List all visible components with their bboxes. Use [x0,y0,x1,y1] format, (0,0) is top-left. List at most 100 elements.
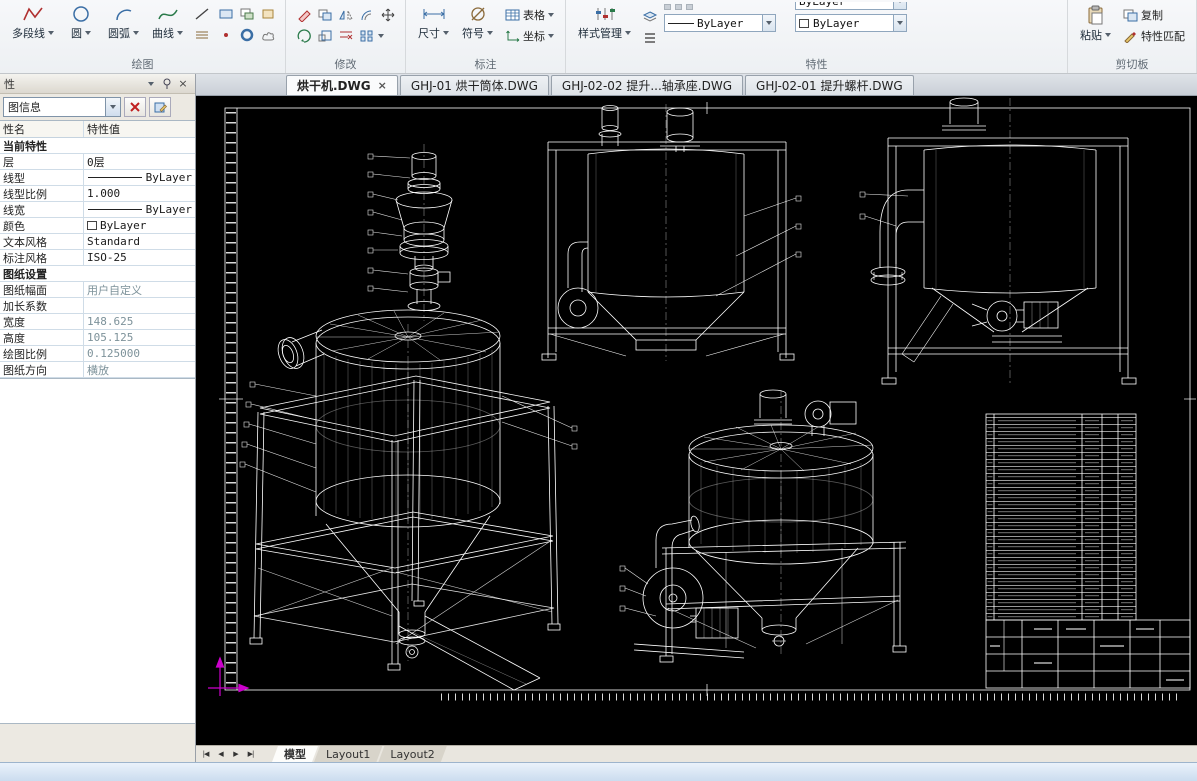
array-icon[interactable] [357,27,376,45]
polyline-button[interactable]: 多段线 [8,2,58,44]
arc-label: 圆弧 [108,25,130,41]
chevron-down-icon [897,21,903,25]
table-row[interactable]: 线型ByLayer [0,170,195,186]
tab-layout2[interactable]: Layout2 [378,746,446,762]
cropped-toolbar-icon [686,4,693,10]
table-row[interactable]: 线宽ByLayer [0,202,195,218]
combo-arrow[interactable] [893,15,906,31]
info-combo-value: 图信息 [8,99,41,115]
first-layout-button[interactable]: |◀ [198,747,213,762]
last-layout-button[interactable]: ▶| [243,747,258,762]
table-row[interactable]: 文本风格Standard [0,234,195,250]
cad-drawing [196,96,1197,745]
style-manager-button[interactable]: 样式管理 [574,2,635,44]
clipboard-group-label: 剪切板 [1068,56,1196,72]
panel-menu-button[interactable] [143,77,159,91]
linetype-combo[interactable]: ByLayer [664,14,776,32]
curve-button[interactable]: 曲线 [148,2,187,44]
edit-pencil-icon [154,101,167,113]
region-tool-icon[interactable] [237,5,256,23]
table-row[interactable]: 高度105.125 [0,330,195,346]
properties-panel: 性 × 图信息 性名 特性值 当前特性 层0层 线型ByLayer 线型比例1.… [0,74,196,762]
linetype-preview [88,177,142,178]
next-layout-button[interactable]: ▶ [228,747,243,762]
chevron-down-icon [766,21,772,25]
point-tool-icon[interactable] [216,26,235,44]
rotate-icon[interactable] [294,27,313,45]
table-row[interactable]: 绘图比例0.125000 [0,346,195,362]
file-tab[interactable]: GHJ-02-01 提升螺杆.DWG [745,75,914,95]
erase-icon[interactable] [294,6,313,24]
color-value: ByLayer [813,17,859,30]
chevron-down-icon [177,31,183,35]
donut-tool-icon[interactable] [237,26,256,44]
table-row[interactable]: 宽度148.625 [0,314,195,330]
style-manager-label: 样式管理 [578,25,622,41]
cancel-edit-button[interactable] [124,97,146,117]
edit-settings-button[interactable] [149,97,171,117]
combo-arrow[interactable] [762,15,775,31]
status-bar [0,762,1197,781]
circle-button[interactable]: 圆 [63,2,99,44]
model-canvas[interactable] [196,96,1197,745]
block-tool-icon[interactable] [258,5,277,23]
table-row[interactable]: 加长系数 [0,298,195,314]
offset-icon[interactable] [357,6,376,24]
annotate-group-label: 标注 [406,56,565,72]
linetype-value: ByLayer [697,17,743,30]
close-icon[interactable]: × [378,80,387,91]
chevron-down-icon[interactable] [378,34,384,38]
table-row: 当前特性 [0,138,195,154]
table-icon [505,9,520,21]
chevron-down-icon [148,82,154,86]
table-row[interactable]: 标注风格ISO-25 [0,250,195,266]
cloud-tool-icon[interactable] [258,26,277,44]
properties-group-label: 特性 [566,56,1067,72]
arc-button[interactable]: 圆弧 [104,2,143,44]
info-combo[interactable]: 图信息 [3,97,121,117]
table-row[interactable]: 线型比例1.000 [0,186,195,202]
tab-layout1[interactable]: Layout1 [314,746,382,762]
layers-icon[interactable] [640,8,659,26]
file-tab[interactable]: 烘干机.DWG × [286,75,398,95]
chevron-down-icon [133,31,139,35]
copy-button[interactable]: 复制 [1120,6,1188,24]
chevron-down-icon [48,31,54,35]
info-combo-row: 图信息 [0,94,195,120]
tab-model[interactable]: 模型 [272,746,318,762]
list-icon[interactable] [640,29,659,47]
lineweight-combo-cropped[interactable]: ByLayer [795,2,907,11]
panel-close-button[interactable]: × [175,77,191,91]
copy-object-icon[interactable] [315,6,334,24]
curve-icon [157,5,179,23]
hatch-tool-icon[interactable] [192,26,211,44]
table-row[interactable]: 颜色ByLayer [0,218,195,234]
move-icon[interactable] [378,6,397,24]
symbol-button[interactable]: 符号 [458,2,497,44]
color-swatch [799,19,809,28]
table-row[interactable]: 层0层 [0,154,195,170]
chevron-down-icon [548,34,554,38]
table-row: 图纸设置 [0,266,195,282]
panel-footer [0,724,195,762]
table-row[interactable]: 图纸方向横放 [0,362,195,378]
table-row[interactable]: 图纸幅面用户自定义 [0,282,195,298]
mirror-icon[interactable] [336,6,355,24]
rectangle-tool-icon[interactable] [216,5,235,23]
color-combo[interactable]: ByLayer [795,14,907,32]
trim-icon[interactable] [336,27,355,45]
paste-button[interactable]: 粘贴 [1076,2,1115,46]
pin-icon[interactable] [159,77,175,91]
combo-arrow[interactable] [105,98,120,116]
line-tool-icon[interactable] [192,5,211,23]
prev-layout-button[interactable]: ◀ [213,747,228,762]
file-tab[interactable]: GHJ-02-02 提升...轴承座.DWG [551,75,743,95]
file-tab[interactable]: GHJ-01 烘干筒体.DWG [400,75,549,95]
coordinate-button[interactable]: 坐标 [502,27,557,45]
scale-icon[interactable] [315,27,334,45]
match-properties-button[interactable]: 特性匹配 [1120,27,1188,45]
circle-icon [71,5,91,23]
table-button[interactable]: 表格 [502,6,557,24]
paste-label: 粘贴 [1080,27,1102,43]
dimension-button[interactable]: 尺寸 [414,2,453,44]
